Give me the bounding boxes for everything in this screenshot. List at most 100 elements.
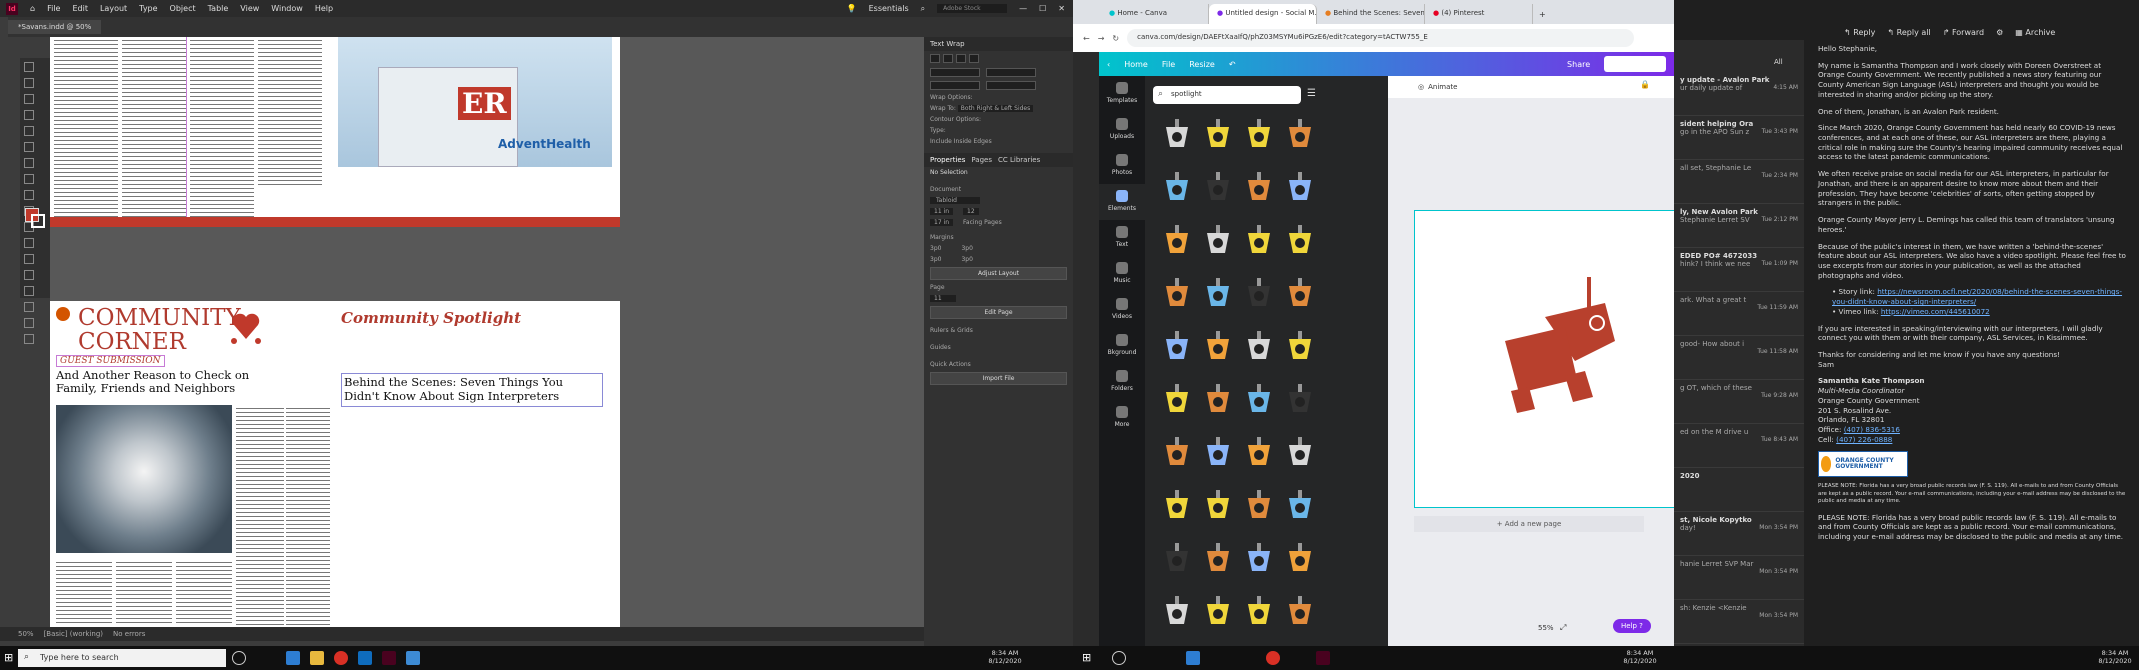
design-page[interactable] [1414,210,1674,508]
elements-search-input[interactable]: spotlight [1153,86,1301,104]
close-icon[interactable]: ✕ [1058,4,1065,13]
zoom-tool-icon[interactable] [24,318,34,328]
home-icon[interactable]: ⌂ [30,4,35,13]
indesign-icon-2[interactable] [1316,651,1330,665]
margin-right[interactable]: 3p0 [961,256,972,263]
photos-icon[interactable] [406,651,420,665]
start-icon-2[interactable]: ⊞ [1082,651,1096,665]
margin-bottom[interactable]: 3p0 [930,256,941,263]
settings-icon[interactable]: ⚙ [1996,28,2003,37]
reply-all-button[interactable]: ↰ Reply all [1887,28,1930,37]
vimeo-link[interactable]: https://vimeo.com/445610072 [1881,307,1990,316]
rail-text[interactable]: Text [1099,220,1145,256]
gap-tool-icon[interactable] [24,110,34,120]
line-tool-icon[interactable] [24,142,34,152]
rail-more[interactable]: More [1099,400,1145,436]
rail-folders[interactable]: Folders [1099,364,1145,400]
pen-tool-icon[interactable] [24,158,34,168]
tab-properties[interactable]: Properties [930,156,965,164]
address-bar[interactable]: canva.com/design/DAEFtXaaIfQ/phZ03MSYMu6… [1127,29,1634,47]
doc-pages-count[interactable]: 12 [963,208,979,215]
menu-window[interactable]: Window [271,4,303,13]
list-item[interactable]: sh: Kenzie <Kenzie Mon 3:54 PM [1674,600,1804,644]
lightbulb-icon[interactable]: 💡 [847,4,857,13]
office-phone-link[interactable]: (407) 836-5316 [1844,425,1900,434]
tab-cc-libraries[interactable]: CC Libraries [998,156,1040,164]
spread2-right-page[interactable]: Community Spotlight Behind the Scenes: S… [333,301,620,627]
doc-width[interactable]: 11 in [930,208,954,215]
back-chevron-icon[interactable]: ‹ [1107,60,1110,69]
list-item[interactable]: st, Nicole Kopytko day! Mon 3:54 PM [1674,512,1804,556]
spotlight-element-thumbnail[interactable] [1276,377,1324,421]
stock-search-input[interactable]: Adobe Stock [937,4,1008,13]
list-item[interactable]: ly, New Avalon Park Stephanie Lerret SV Tu… [1674,204,1804,248]
offset-top[interactable] [930,68,980,77]
indesign-icon[interactable] [382,651,396,665]
tab-untitled-design[interactable]: ● Untitled design - Social M... [1209,4,1317,24]
edge-icon-2[interactable] [1186,651,1200,665]
spotlight-element-thumbnail[interactable] [1276,536,1324,580]
page-tool-icon[interactable] [24,94,34,104]
spotlight-element-thumbnail[interactable] [1276,430,1324,474]
help-button[interactable]: Help ? [1613,619,1651,633]
adjust-layout-button[interactable]: Adjust Layout [930,267,1067,280]
menu-file[interactable]: File [47,4,60,13]
home-link[interactable]: Home [1124,60,1148,69]
doc-height[interactable]: 17 in [930,219,954,226]
new-tab-icon[interactable]: + [1533,5,1552,24]
offset-left[interactable] [986,68,1036,77]
list-item[interactable]: sident helping Ora go in the APO Sun z Tue… [1674,116,1804,160]
spotlight-element-thumbnail[interactable] [1276,218,1324,262]
offset-bottom[interactable] [930,81,980,90]
tab-behind-the-scenes[interactable]: ● Behind the Scenes: Seven [1317,4,1425,24]
facing-pages-checkbox[interactable]: Facing Pages [963,219,1002,226]
cell-phone-link[interactable]: (407) 226-0888 [1836,435,1892,444]
wrap-none-icon[interactable] [930,54,940,63]
animate-button[interactable]: Animate [1428,83,1457,91]
filter-icon[interactable]: ☰ [1307,88,1316,99]
workspace-switcher[interactable]: Essentials [869,4,909,13]
list-item[interactable]: EDED PO# 4672033 hink? I think we nee Tue … [1674,248,1804,292]
rail-photos[interactable]: Photos [1099,148,1145,184]
menu-help[interactable]: Help [315,4,333,13]
task-view-icon[interactable] [232,651,246,665]
add-page-button[interactable]: + Add a new page [1414,516,1644,532]
pasteboard[interactable]: ER AdventHealth COMMUNITY CORNER GUEST S… [50,37,924,627]
canvas-area[interactable]: ◎ Animate 🔒 + Add a new page 55% ⤢ Help … [1388,76,1674,646]
list-item[interactable]: all set, Stephanie Le Tue 2:34 PM [1674,160,1804,204]
list-item[interactable]: hanie Lerret SVP Mar Mon 3:54 PM [1674,556,1804,600]
spotlight-element-thumbnail[interactable] [1276,324,1324,368]
tab-pages[interactable]: Pages [971,156,992,164]
archive-button[interactable]: ▦ Archive [2015,28,2055,37]
taskbar-search[interactable]: Type here to search [18,649,226,667]
page-style[interactable]: [Basic] (working) [44,630,103,638]
list-item[interactable]: good- How about i Tue 11:58 AM [1674,336,1804,380]
gradient-tool-icon[interactable] [24,254,34,264]
minimize-icon[interactable]: — [1019,4,1027,13]
menu-type[interactable]: Type [139,4,157,13]
direct-selection-tool-icon[interactable] [24,78,34,88]
doc-size-select[interactable]: Tabloid [930,197,980,204]
tab-canva-home[interactable]: ● Home - Canva [1101,4,1209,24]
reload-icon[interactable]: ↻ [1112,34,1119,43]
offset-right[interactable] [986,81,1036,90]
selection-tool-icon[interactable] [24,62,34,72]
back-icon[interactable]: ← [1083,34,1090,43]
rail-videos[interactable]: Videos [1099,292,1145,328]
chrome-icon[interactable] [334,651,348,665]
fullscreen-icon[interactable]: ⤢ [1560,623,1566,633]
list-item[interactable]: g OT, which of these Tue 9:28 AM [1674,380,1804,424]
frame-tool-icon[interactable] [24,190,34,200]
undo-icon[interactable]: ↶ [1229,60,1236,69]
reply-button[interactable]: ↰ Reply [1844,28,1875,37]
edit-page-button[interactable]: Edit Page [930,306,1067,319]
spotlight-graphic[interactable] [1415,211,1674,509]
transform-tool-icon[interactable] [24,238,34,248]
menu-edit[interactable]: Edit [72,4,88,13]
story-link[interactable]: https://newsroom.ocfl.net/2020/08/behind… [1832,287,2122,306]
spotlight-element-thumbnail[interactable] [1276,112,1324,156]
filter-dropdown[interactable]: All [1774,58,1783,66]
list-item[interactable]: ed on the M drive u Tue 8:43 AM [1674,424,1804,468]
cortana-icon[interactable] [1112,651,1126,665]
rail-templates[interactable]: Templates [1099,76,1145,112]
